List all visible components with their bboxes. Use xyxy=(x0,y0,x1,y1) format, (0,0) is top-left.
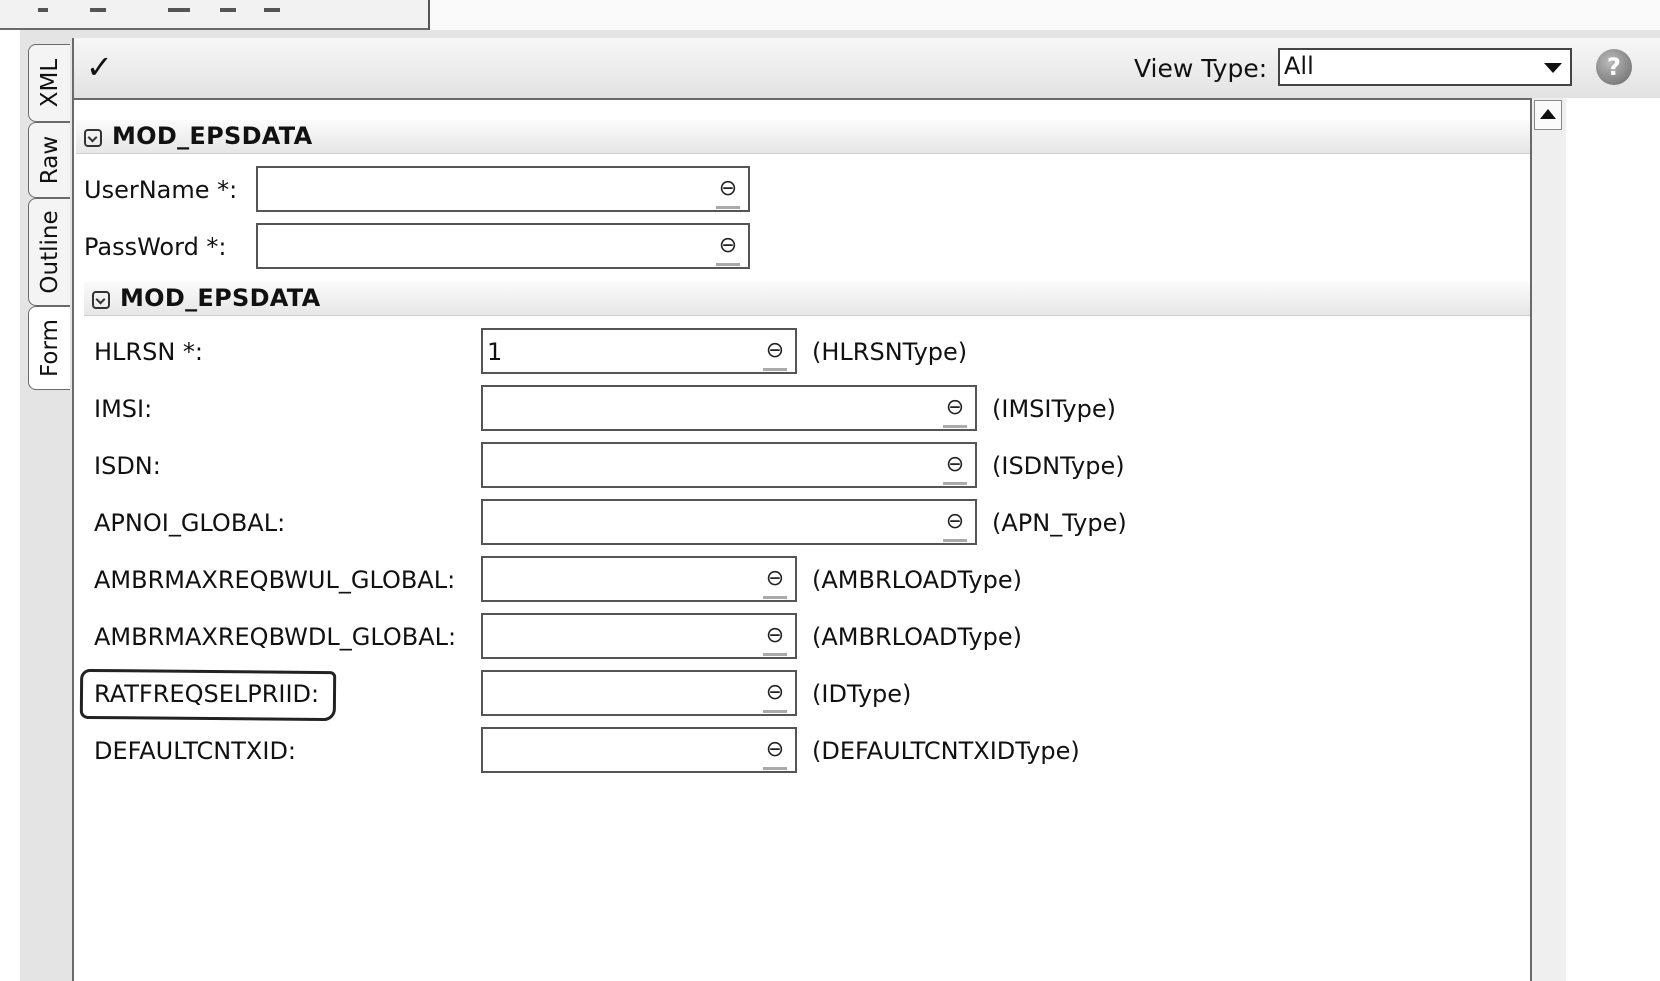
form-toolbar: ✓ View Type: All ? xyxy=(72,38,1660,98)
imsi-label: IMSI: xyxy=(94,395,153,423)
ratfreqselpriid-input[interactable]: ⊖ xyxy=(481,670,797,716)
tab-xml-label: XML xyxy=(36,58,63,108)
clear-icon[interactable]: ⊖ xyxy=(763,338,787,371)
apnoi-global-type: (APN_Type) xyxy=(992,509,1127,537)
clear-icon[interactable]: ⊖ xyxy=(716,176,740,209)
ambr-dl-type: (AMBRLOADType) xyxy=(812,623,1022,651)
defaultcntxid-type: (DEFAULTCNTXIDType) xyxy=(812,737,1080,765)
vertical-scrollbar[interactable] xyxy=(1530,98,1566,981)
clear-icon[interactable]: ⊖ xyxy=(943,452,967,485)
tab-xml[interactable]: XML xyxy=(28,44,70,122)
section-header[interactable]: MOD_EPSDATA xyxy=(76,120,1532,154)
hlrsn-label: HLRSN *: xyxy=(94,338,203,366)
isdn-label: ISDN: xyxy=(94,452,161,480)
ambr-ul-label: AMBRMAXREQBWUL_GLOBAL: xyxy=(94,566,456,594)
clear-icon[interactable]: ⊖ xyxy=(763,680,787,713)
clear-icon[interactable]: ⊖ xyxy=(763,737,787,770)
tab-raw[interactable]: Raw xyxy=(28,122,70,198)
toolbar-mark xyxy=(90,8,106,12)
isdn-input[interactable]: ⊖ xyxy=(481,442,977,488)
hlrsn-type: (HLRSNType) xyxy=(812,338,968,366)
editor-tab[interactable] xyxy=(428,0,1660,30)
collapse-icon[interactable] xyxy=(92,291,110,309)
hlrsn-input[interactable]: 1 ⊖ xyxy=(481,328,797,374)
top-toolbar-strip xyxy=(0,0,1660,30)
ambr-ul-input[interactable]: ⊖ xyxy=(481,556,797,602)
tab-outline[interactable]: Outline xyxy=(28,198,70,306)
view-type-select[interactable]: All xyxy=(1278,48,1572,86)
clear-icon[interactable]: ⊖ xyxy=(763,566,787,599)
defaultcntxid-label: DEFAULTCNTXID: xyxy=(94,737,297,765)
toolbar-mark xyxy=(38,8,48,12)
isdn-type: (ISDNType) xyxy=(992,452,1125,480)
username-label: UserName *: xyxy=(84,176,238,204)
password-label: PassWord *: xyxy=(84,233,227,261)
section-title: MOD_EPSDATA xyxy=(112,122,313,150)
tab-form[interactable]: Form xyxy=(28,306,70,390)
section-title: MOD_EPSDATA xyxy=(120,284,321,312)
hlrsn-value: 1 xyxy=(487,338,503,366)
clear-icon[interactable]: ⊖ xyxy=(943,509,967,542)
clear-icon[interactable]: ⊖ xyxy=(943,395,967,428)
chevron-down-icon[interactable] xyxy=(1544,63,1562,73)
view-tabs: XML Raw Outline Form xyxy=(28,44,72,414)
toolbar-mark xyxy=(264,8,280,12)
imsi-input[interactable]: ⊖ xyxy=(481,385,977,431)
check-icon[interactable]: ✓ xyxy=(86,48,113,86)
clear-icon[interactable]: ⊖ xyxy=(763,623,787,656)
collapse-icon[interactable] xyxy=(84,129,102,147)
clear-icon[interactable]: ⊖ xyxy=(716,233,740,266)
tab-form-label: Form xyxy=(36,319,63,377)
ratfreqselpriid-type: (IDType) xyxy=(812,680,912,708)
apnoi-global-input[interactable]: ⊖ xyxy=(481,499,977,545)
section-header[interactable]: MOD_EPSDATA xyxy=(84,282,1532,316)
form-content: MOD_EPSDATA UserName *: ⊖ PassWord *: ⊖ … xyxy=(72,98,1660,981)
toolbar-mark xyxy=(220,8,236,12)
apnoi-global-label: APNOI_GLOBAL: xyxy=(94,509,286,537)
tab-outline-label: Outline xyxy=(36,210,63,294)
right-margin xyxy=(1566,98,1660,981)
tab-raw-label: Raw xyxy=(36,135,63,185)
username-input[interactable]: ⊖ xyxy=(256,166,750,212)
scroll-up-icon[interactable] xyxy=(1534,100,1562,130)
view-type-value: All xyxy=(1284,52,1314,80)
toolbar-mark xyxy=(168,8,190,12)
ambr-dl-input[interactable]: ⊖ xyxy=(481,613,797,659)
ambr-ul-type: (AMBRLOADType) xyxy=(812,566,1022,594)
highlight-annotation xyxy=(79,668,337,722)
password-input[interactable]: ⊖ xyxy=(256,223,750,269)
ambr-dl-label: AMBRMAXREQBWDL_GLOBAL: xyxy=(94,623,457,651)
defaultcntxid-input[interactable]: ⊖ xyxy=(481,727,797,773)
view-type-label: View Type: xyxy=(1134,54,1268,83)
imsi-type: (IMSIType) xyxy=(992,395,1116,423)
help-icon[interactable]: ? xyxy=(1596,49,1632,85)
